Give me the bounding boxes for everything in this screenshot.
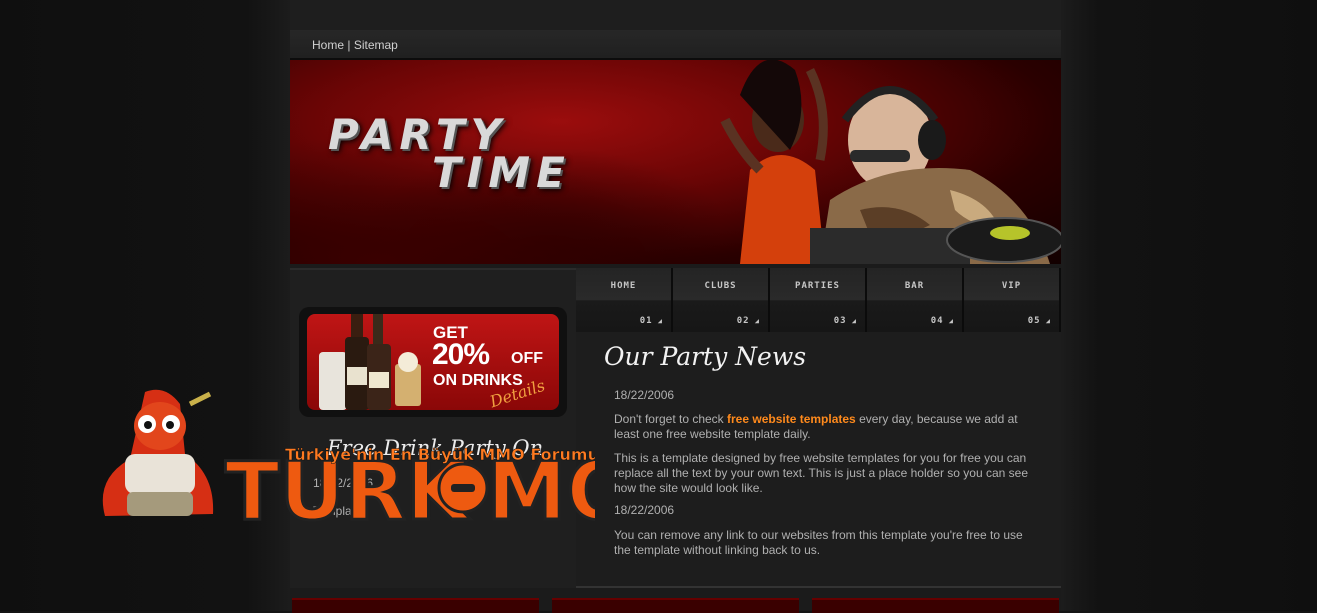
left-section-text: Template (313, 504, 362, 518)
nav-number: 01 (640, 316, 663, 326)
top-links-bar: Home | Sitemap (290, 30, 1061, 60)
link-separator: | (347, 38, 351, 52)
nav-item-bar[interactable]: BAR 04 (867, 268, 964, 332)
nav-label: CLUBS (704, 281, 737, 291)
nav-label: HOME (610, 281, 637, 291)
promo-off: OFF (511, 350, 543, 367)
page-background-right (1061, 0, 1317, 611)
sitemap-link[interactable]: Sitemap (354, 38, 398, 52)
promo-percent: 20% (432, 338, 490, 371)
news-date-1: 18/22/2006 (614, 388, 675, 402)
news-paragraph-2: This is a template designed by free webs… (614, 451, 1028, 495)
page-container: Home | Sitemap PARTY TIME GET 20% OFF ON… (290, 0, 1061, 613)
drinks-promo-banner[interactable]: GET 20% OFF ON DRINKS Details (307, 314, 559, 410)
news-title: Our Party News (604, 342, 807, 371)
news-date-2: 18/22/2006 (614, 503, 675, 517)
nav-label: PARTIES (795, 281, 840, 291)
left-column: GET 20% OFF ON DRINKS Details Free Drink… (290, 268, 576, 588)
party-news-section: Our Party News 18/22/2006 Don't forget t… (576, 332, 1061, 586)
nav-item-parties[interactable]: PARTIES 03 (770, 268, 867, 332)
nav-number: 05 (1028, 316, 1051, 326)
promo-frame: GET 20% OFF ON DRINKS Details (299, 307, 567, 417)
header-banner: PARTY TIME (290, 60, 1061, 264)
bottles-image (319, 314, 421, 410)
left-section-title: Free Drink Party On (327, 436, 544, 460)
nav-number: 03 (834, 316, 857, 326)
banner-logo-line2: TIME (432, 148, 571, 197)
nav-item-vip[interactable]: VIP 05 (964, 268, 1061, 332)
nav-item-home[interactable]: HOME 01 (576, 268, 673, 332)
news-paragraph-1: Don't forget to check free website templ… (614, 412, 1034, 442)
top-links: Home | Sitemap (312, 38, 398, 52)
news-text: Don't forget to check (614, 412, 728, 426)
content-bottom-border (576, 586, 1061, 588)
nav-label: BAR (904, 281, 925, 291)
nav-number: 02 (737, 316, 760, 326)
top-strip (290, 0, 1061, 30)
left-section-date: 18/22/2006 (313, 476, 374, 490)
nav-number: 04 (931, 316, 954, 326)
dj-and-dancer-image (720, 60, 1061, 264)
page-background-left (0, 0, 290, 611)
home-link[interactable]: Home (312, 38, 344, 52)
nav-label: VIP (1001, 281, 1022, 291)
news-paragraph-3: You can remove any link to our websites … (614, 528, 1023, 557)
main-nav: HOME 01 CLUBS 02 PARTIES 03 BAR 04 VIP 0… (576, 268, 1061, 332)
free-templates-link[interactable]: free website templates (727, 412, 856, 426)
nav-item-clubs[interactable]: CLUBS 02 (673, 268, 770, 332)
